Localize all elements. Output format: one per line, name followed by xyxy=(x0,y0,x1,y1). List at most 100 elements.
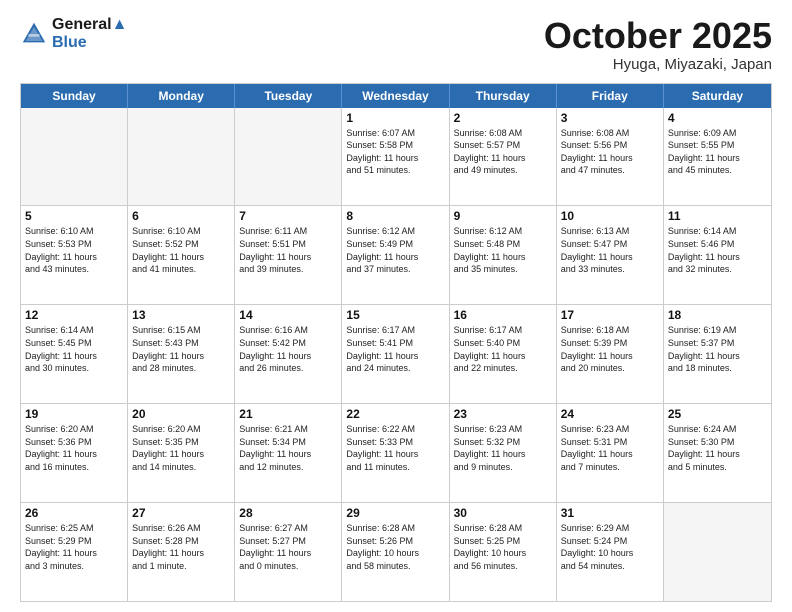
cell-info: Sunrise: 6:09 AM Sunset: 5:55 PM Dayligh… xyxy=(668,127,767,177)
location: Hyuga, Miyazaki, Japan xyxy=(544,56,772,73)
day-number: 27 xyxy=(132,506,230,520)
calendar-cell: 21Sunrise: 6:21 AM Sunset: 5:34 PM Dayli… xyxy=(235,404,342,502)
calendar-row: 5Sunrise: 6:10 AM Sunset: 5:53 PM Daylig… xyxy=(21,205,771,304)
cell-info: Sunrise: 6:14 AM Sunset: 5:46 PM Dayligh… xyxy=(668,225,767,275)
cell-info: Sunrise: 6:10 AM Sunset: 5:52 PM Dayligh… xyxy=(132,225,230,275)
cell-info: Sunrise: 6:27 AM Sunset: 5:27 PM Dayligh… xyxy=(239,522,337,572)
calendar-cell: 15 Sunrise: 6:17 AM Sunset: 5:41 PM Dayli… xyxy=(342,305,449,403)
calendar-cell: 27Sunrise: 6:26 AM Sunset: 5:28 PM Dayli… xyxy=(128,503,235,601)
calendar-cell: 12 Sunrise: 6:14 AM Sunset: 5:45 PM Dayli… xyxy=(21,305,128,403)
calendar-row: 26 Sunrise: 6:25 AM Sunset: 5:29 PM Dayli… xyxy=(21,502,771,601)
day-number: 9 xyxy=(454,209,552,223)
calendar-cell: 30Sunrise: 6:28 AM Sunset: 5:25 PM Dayli… xyxy=(450,503,557,601)
day-number: 7 xyxy=(239,209,337,223)
month-title: October 2025 xyxy=(544,16,772,56)
cell-info: Sunrise: 6:28 AM Sunset: 5:26 PM Dayligh… xyxy=(346,522,444,572)
weekday-header: Saturday xyxy=(664,84,771,108)
calendar-cell: 18Sunrise: 6:19 AM Sunset: 5:37 PM Dayli… xyxy=(664,305,771,403)
calendar-cell xyxy=(664,503,771,601)
day-number: 12 xyxy=(25,308,123,322)
calendar-cell: 16 Sunrise: 6:17 AM Sunset: 5:40 PM Dayli… xyxy=(450,305,557,403)
day-number: 6 xyxy=(132,209,230,223)
cell-info: Sunrise: 6:24 AM Sunset: 5:30 PM Dayligh… xyxy=(668,423,767,473)
day-number: 28 xyxy=(239,506,337,520)
day-number: 25 xyxy=(668,407,767,421)
cell-info: Sunrise: 6:08 AM Sunset: 5:57 PM Dayligh… xyxy=(454,127,552,177)
calendar-cell: 3 Sunrise: 6:08 AM Sunset: 5:56 PM Daylig… xyxy=(557,108,664,206)
calendar-cell: 22Sunrise: 6:22 AM Sunset: 5:33 PM Dayli… xyxy=(342,404,449,502)
calendar-cell: 1 Sunrise: 6:07 AM Sunset: 5:58 PM Daylig… xyxy=(342,108,449,206)
cell-info: Sunrise: 6:16 AM Sunset: 5:42 PM Dayligh… xyxy=(239,324,337,374)
day-number: 20 xyxy=(132,407,230,421)
calendar-cell xyxy=(128,108,235,206)
cell-info: Sunrise: 6:20 AM Sunset: 5:36 PM Dayligh… xyxy=(25,423,123,473)
day-number: 2 xyxy=(454,111,552,125)
calendar-row: 1 Sunrise: 6:07 AM Sunset: 5:58 PM Daylig… xyxy=(21,108,771,206)
cell-info: Sunrise: 6:12 AM Sunset: 5:48 PM Dayligh… xyxy=(454,225,552,275)
calendar-cell: 28 Sunrise: 6:27 AM Sunset: 5:27 PM Dayli… xyxy=(235,503,342,601)
calendar-row: 19Sunrise: 6:20 AM Sunset: 5:36 PM Dayli… xyxy=(21,403,771,502)
calendar-cell: 8 Sunrise: 6:12 AM Sunset: 5:49 PM Daylig… xyxy=(342,206,449,304)
day-number: 23 xyxy=(454,407,552,421)
calendar-header: SundayMondayTuesdayWednesdayThursdayFrid… xyxy=(21,84,771,108)
day-number: 24 xyxy=(561,407,659,421)
logo-text: General▲ Blue xyxy=(52,16,127,52)
day-number: 17 xyxy=(561,308,659,322)
day-number: 3 xyxy=(561,111,659,125)
calendar-body: 1 Sunrise: 6:07 AM Sunset: 5:58 PM Daylig… xyxy=(21,108,771,601)
title-block: October 2025 Hyuga, Miyazaki, Japan xyxy=(544,16,772,73)
day-number: 29 xyxy=(346,506,444,520)
day-number: 5 xyxy=(25,209,123,223)
calendar-cell: 20 Sunrise: 6:20 AM Sunset: 5:35 PM Dayli… xyxy=(128,404,235,502)
logo: General▲ Blue xyxy=(20,16,127,52)
calendar-cell: 25 Sunrise: 6:24 AM Sunset: 5:30 PM Dayli… xyxy=(664,404,771,502)
day-number: 4 xyxy=(668,111,767,125)
cell-info: Sunrise: 6:07 AM Sunset: 5:58 PM Dayligh… xyxy=(346,127,444,177)
calendar-cell: 7 Sunrise: 6:11 AM Sunset: 5:51 PM Daylig… xyxy=(235,206,342,304)
day-number: 16 xyxy=(454,308,552,322)
cell-info: Sunrise: 6:21 AM Sunset: 5:34 PM Dayligh… xyxy=(239,423,337,473)
cell-info: Sunrise: 6:25 AM Sunset: 5:29 PM Dayligh… xyxy=(25,522,123,572)
cell-info: Sunrise: 6:12 AM Sunset: 5:49 PM Dayligh… xyxy=(346,225,444,275)
cell-info: Sunrise: 6:13 AM Sunset: 5:47 PM Dayligh… xyxy=(561,225,659,275)
calendar-cell: 31 Sunrise: 6:29 AM Sunset: 5:24 PM Dayli… xyxy=(557,503,664,601)
calendar-cell: 23 Sunrise: 6:23 AM Sunset: 5:32 PM Dayli… xyxy=(450,404,557,502)
weekday-header: Sunday xyxy=(21,84,128,108)
calendar-cell: 24 Sunrise: 6:23 AM Sunset: 5:31 PM Dayli… xyxy=(557,404,664,502)
weekday-header: Monday xyxy=(128,84,235,108)
logo-icon xyxy=(20,20,48,48)
cell-info: Sunrise: 6:11 AM Sunset: 5:51 PM Dayligh… xyxy=(239,225,337,275)
calendar: SundayMondayTuesdayWednesdayThursdayFrid… xyxy=(20,83,772,602)
cell-info: Sunrise: 6:08 AM Sunset: 5:56 PM Dayligh… xyxy=(561,127,659,177)
calendar-cell xyxy=(235,108,342,206)
calendar-cell: 4 Sunrise: 6:09 AM Sunset: 5:55 PM Daylig… xyxy=(664,108,771,206)
calendar-cell: 6 Sunrise: 6:10 AM Sunset: 5:52 PM Daylig… xyxy=(128,206,235,304)
day-number: 13 xyxy=(132,308,230,322)
calendar-cell: 14Sunrise: 6:16 AM Sunset: 5:42 PM Dayli… xyxy=(235,305,342,403)
cell-info: Sunrise: 6:17 AM Sunset: 5:41 PM Dayligh… xyxy=(346,324,444,374)
cell-info: Sunrise: 6:23 AM Sunset: 5:32 PM Dayligh… xyxy=(454,423,552,473)
day-number: 1 xyxy=(346,111,444,125)
cell-info: Sunrise: 6:19 AM Sunset: 5:37 PM Dayligh… xyxy=(668,324,767,374)
calendar-cell: 26 Sunrise: 6:25 AM Sunset: 5:29 PM Dayli… xyxy=(21,503,128,601)
calendar-cell: 10Sunrise: 6:13 AM Sunset: 5:47 PM Dayli… xyxy=(557,206,664,304)
cell-info: Sunrise: 6:20 AM Sunset: 5:35 PM Dayligh… xyxy=(132,423,230,473)
day-number: 26 xyxy=(25,506,123,520)
weekday-header: Friday xyxy=(557,84,664,108)
calendar-cell: 29 Sunrise: 6:28 AM Sunset: 5:26 PM Dayli… xyxy=(342,503,449,601)
cell-info: Sunrise: 6:17 AM Sunset: 5:40 PM Dayligh… xyxy=(454,324,552,374)
day-number: 8 xyxy=(346,209,444,223)
cell-info: Sunrise: 6:22 AM Sunset: 5:33 PM Dayligh… xyxy=(346,423,444,473)
calendar-cell xyxy=(21,108,128,206)
cell-info: Sunrise: 6:15 AM Sunset: 5:43 PM Dayligh… xyxy=(132,324,230,374)
weekday-header: Wednesday xyxy=(342,84,449,108)
cell-info: Sunrise: 6:23 AM Sunset: 5:31 PM Dayligh… xyxy=(561,423,659,473)
day-number: 31 xyxy=(561,506,659,520)
calendar-cell: 9 Sunrise: 6:12 AM Sunset: 5:48 PM Daylig… xyxy=(450,206,557,304)
calendar-cell: 13 Sunrise: 6:15 AM Sunset: 5:43 PM Dayli… xyxy=(128,305,235,403)
cell-info: Sunrise: 6:14 AM Sunset: 5:45 PM Dayligh… xyxy=(25,324,123,374)
cell-info: Sunrise: 6:29 AM Sunset: 5:24 PM Dayligh… xyxy=(561,522,659,572)
calendar-cell: 11Sunrise: 6:14 AM Sunset: 5:46 PM Dayli… xyxy=(664,206,771,304)
day-number: 15 xyxy=(346,308,444,322)
calendar-row: 12 Sunrise: 6:14 AM Sunset: 5:45 PM Dayli… xyxy=(21,304,771,403)
